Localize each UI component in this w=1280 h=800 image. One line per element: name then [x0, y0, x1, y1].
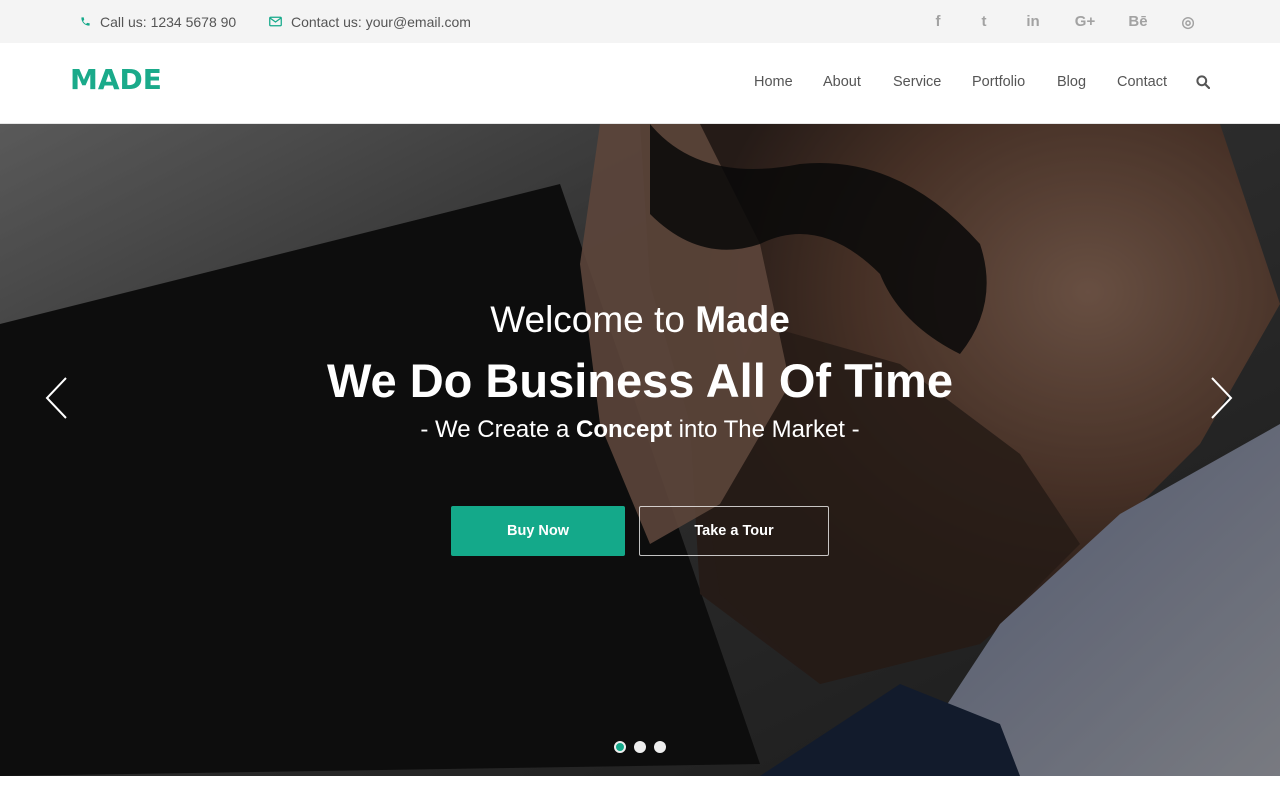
phone-contact: Call us: 1234 5678 90: [80, 0, 236, 43]
phone-text: Call us: 1234 5678 90: [100, 13, 237, 30]
logo[interactable]: MADE: [70, 63, 162, 96]
twitter-icon[interactable]: t: [974, 0, 994, 43]
twitter-glyph: t: [981, 13, 987, 30]
dribbble-icon[interactable]: ◎: [1178, 0, 1198, 43]
nav-service[interactable]: Service: [893, 74, 941, 90]
behance-icon[interactable]: Bē: [1126, 0, 1150, 43]
welcome-brand: Made: [695, 299, 790, 340]
dribbble-glyph: ◎: [1181, 13, 1195, 31]
chevron-left-icon[interactable]: [44, 376, 68, 420]
facebook-icon[interactable]: f: [928, 0, 948, 43]
email-text[interactable]: Contact us: your@email.com: [291, 14, 471, 30]
chevron-right-icon[interactable]: [1210, 376, 1234, 420]
nav-about[interactable]: About: [823, 74, 861, 90]
google-plus-glyph: G+: [1074, 13, 1096, 30]
main-navbar: MADE Home About Service Portfolio Blog C…: [0, 43, 1280, 124]
slider-pagination: [614, 741, 666, 753]
welcome-prefix: Welcome to: [490, 299, 685, 340]
search-icon[interactable]: [1196, 75, 1210, 89]
hero-welcome: Welcome to Made: [0, 299, 1280, 341]
linkedin-glyph: in: [1026, 13, 1040, 30]
top-bar: Call us: 1234 5678 90 Contact us: your@e…: [0, 0, 1280, 43]
phone-icon: [81, 17, 90, 26]
google-plus-icon[interactable]: G+: [1072, 0, 1098, 43]
nav-blog[interactable]: Blog: [1057, 74, 1086, 90]
buy-now-button[interactable]: Buy Now: [451, 506, 625, 556]
email-contact[interactable]: Contact us: your@email.com: [269, 0, 471, 43]
nav-portfolio[interactable]: Portfolio: [972, 74, 1025, 90]
hero-slider: Welcome to Made We Do Business All Of Ti…: [0, 124, 1280, 776]
tagline-suffix: into The Market -: [678, 416, 860, 443]
take-a-tour-button[interactable]: Take a Tour: [639, 506, 829, 556]
hero-tagline: - We Create a Concept into The Market -: [0, 416, 1280, 444]
nav-contact[interactable]: Contact: [1117, 74, 1167, 90]
facebook-glyph: f: [935, 13, 941, 30]
hero-headline: We Do Business All Of Time: [327, 354, 953, 407]
tagline-bold: Concept: [575, 416, 672, 443]
behance-glyph: Bē: [1128, 13, 1148, 30]
slider-dot-3[interactable]: [654, 741, 666, 753]
hero-background-image: [0, 124, 1280, 776]
envelope-icon: [269, 16, 282, 27]
nav-home[interactable]: Home: [754, 74, 793, 90]
linkedin-icon[interactable]: in: [1022, 0, 1044, 43]
slider-dot-1[interactable]: [614, 741, 626, 753]
tagline-prefix: - We Create a: [420, 416, 570, 443]
slider-dot-2[interactable]: [634, 741, 646, 753]
